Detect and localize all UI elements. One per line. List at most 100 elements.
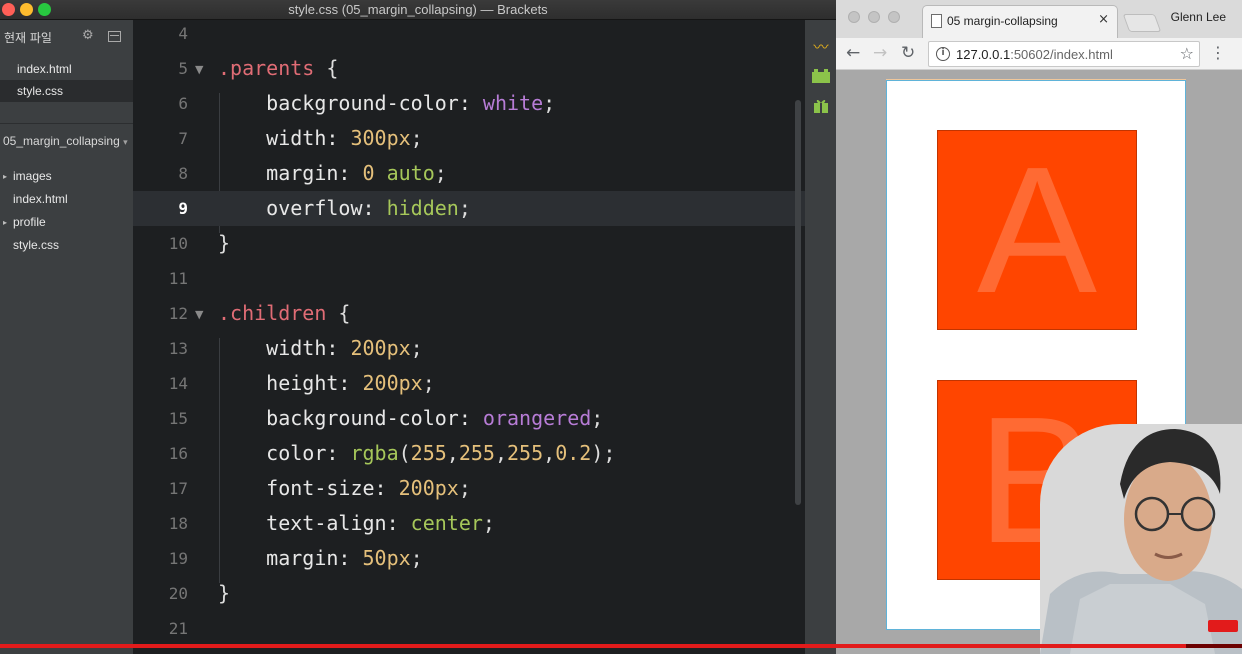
gear-icon[interactable]: ⚙	[82, 28, 94, 43]
code-line[interactable]: 5 ▼ .parents {	[133, 51, 805, 86]
bookmark-star-icon[interactable]: ☆	[1180, 44, 1194, 63]
code-line[interactable]: 6 background-color: white;	[133, 86, 805, 121]
line-number[interactable]: 14	[133, 366, 188, 401]
tree-folder-images[interactable]: ▸ images	[3, 169, 52, 183]
tree-folder-profile[interactable]: ▸ profile	[3, 215, 46, 229]
fold-toggle-icon[interactable]: ▼	[195, 308, 203, 321]
reload-icon[interactable]: ↻	[901, 43, 915, 63]
code-text[interactable]: margin: 0 auto;	[218, 156, 447, 191]
code-line[interactable]: 4	[133, 20, 805, 51]
extension-manager-icon[interactable]	[811, 68, 831, 86]
code-line[interactable]: 8 margin: 0 auto;	[133, 156, 805, 191]
code-token: }	[218, 581, 231, 605]
tree-label: style.css	[13, 238, 60, 252]
line-number[interactable]: 10	[133, 226, 188, 261]
code-line[interactable]: 14 height: 200px;	[133, 366, 805, 401]
working-file-index-html[interactable]: index.html	[0, 58, 133, 80]
profile-name[interactable]: Glenn Lee	[1171, 10, 1226, 24]
live-preview-icon[interactable]: 〰	[811, 38, 831, 56]
working-file-style-css[interactable]: style.css	[0, 80, 133, 102]
code-token: ;	[434, 161, 447, 185]
line-number[interactable]: 17	[133, 471, 188, 506]
code-text[interactable]: background-color: white;	[218, 86, 555, 121]
code-line[interactable]: 21	[133, 611, 805, 646]
tab-active[interactable]: 05 margin-collapsing ×	[922, 5, 1118, 38]
code-token: 200px	[350, 336, 411, 360]
minimize-window-button[interactable]	[868, 11, 880, 23]
fold-toggle-icon[interactable]: ▼	[195, 63, 203, 76]
code-text[interactable]: width: 300px;	[218, 121, 423, 156]
url-text[interactable]: 127.0.0.1:50602/index.html	[956, 47, 1113, 62]
code-editor[interactable]: 4 5 ▼ .parents {6 background-color: white; 7…	[133, 20, 805, 654]
code-line[interactable]: 10}	[133, 226, 805, 261]
code-line[interactable]: 7 width: 300px;	[133, 121, 805, 156]
line-number[interactable]: 6	[133, 86, 188, 121]
code-line[interactable]: 11	[133, 261, 805, 296]
line-number[interactable]: 7	[133, 121, 188, 156]
video-progress-bar[interactable]	[0, 644, 1242, 648]
code-text[interactable]: .parents {	[218, 51, 338, 86]
url-host: 127.0.0.1	[956, 47, 1011, 62]
code-text[interactable]: height: 200px;	[218, 366, 435, 401]
tree-file-style-css[interactable]: style.css	[13, 238, 59, 252]
code-text[interactable]: overflow: hidden;	[218, 191, 471, 226]
code-text[interactable]: color: rgba(255,255,255,0.2);	[218, 436, 615, 471]
tree-file-index-html[interactable]: index.html	[13, 192, 68, 206]
code-line[interactable]: 18 text-align: center;	[133, 506, 805, 541]
code-line[interactable]: 13 width: 200px;	[133, 331, 805, 366]
new-tab-button[interactable]	[1122, 14, 1162, 32]
more-menu-icon[interactable]: ⋮	[1210, 43, 1226, 62]
line-number[interactable]: 13	[133, 331, 188, 366]
line-number[interactable]: 11	[133, 261, 188, 296]
code-line[interactable]: 15 background-color: orangered;	[133, 401, 805, 436]
code-text[interactable]: }	[218, 576, 230, 611]
line-number[interactable]: 8	[133, 156, 188, 191]
editor-scrollbar[interactable]	[795, 100, 801, 505]
code-line[interactable]: 19 margin: 50px;	[133, 541, 805, 576]
line-number[interactable]: 16	[133, 436, 188, 471]
line-number[interactable]: 5	[133, 51, 188, 86]
code-text[interactable]: width: 200px;	[218, 331, 423, 366]
line-number[interactable]: 21	[133, 611, 188, 646]
line-number[interactable]: 4	[133, 20, 188, 51]
code-token: (	[398, 441, 411, 465]
code-line[interactable]: 20}	[133, 576, 805, 611]
code-token: overflow:	[218, 196, 387, 220]
split-view-icon[interactable]	[108, 31, 121, 42]
browser-toolbar: ← → ↻ i 127.0.0.1:50602/index.html ☆ ⋮	[836, 38, 1242, 70]
code-line[interactable]: 17 font-size: 200px;	[133, 471, 805, 506]
close-window-button[interactable]	[848, 11, 860, 23]
code-text[interactable]: text-align: center;	[218, 506, 495, 541]
line-number[interactable]: 18	[133, 506, 188, 541]
working-file-label: index.html	[17, 62, 72, 76]
tree-label: images	[13, 169, 52, 183]
tab-strip: 05 margin-collapsing × Glenn Lee	[836, 0, 1242, 38]
gift-icon[interactable]	[811, 98, 831, 116]
brackets-window: style.css (05_margin_collapsing) — Brack…	[0, 0, 836, 654]
code-text[interactable]: background-color: orangered;	[218, 401, 603, 436]
code-line[interactable]: 16 color: rgba(255,255,255,0.2);	[133, 436, 805, 471]
line-number[interactable]: 19	[133, 541, 188, 576]
close-tab-icon[interactable]: ×	[1098, 12, 1109, 27]
line-number[interactable]: 9	[133, 191, 188, 226]
code-token: background-color:	[218, 91, 483, 115]
code-token: width:	[218, 336, 351, 360]
line-number[interactable]: 15	[133, 401, 188, 436]
code-line[interactable]: 12 ▼ .children {	[133, 296, 805, 331]
code-token: .children	[218, 301, 327, 325]
project-dropdown[interactable]: 05_margin_collapsing ▾	[3, 134, 128, 148]
code-text[interactable]: .children {	[218, 296, 350, 331]
line-number[interactable]: 12	[133, 296, 188, 331]
code-text[interactable]: font-size: 200px;	[218, 471, 471, 506]
code-line[interactable]: 9 overflow: hidden;	[133, 191, 805, 226]
address-bar[interactable]: i 127.0.0.1:50602/index.html ☆	[928, 41, 1200, 67]
code-token: orangered	[482, 406, 592, 430]
info-icon[interactable]: i	[936, 47, 950, 61]
code-text[interactable]: margin: 50px;	[218, 541, 423, 576]
zoom-window-button[interactable]	[888, 11, 900, 23]
back-arrow-icon[interactable]: ←	[846, 43, 860, 63]
forward-arrow-icon[interactable]: →	[873, 43, 887, 63]
code-text[interactable]: }	[218, 226, 230, 261]
line-number[interactable]: 20	[133, 576, 188, 611]
